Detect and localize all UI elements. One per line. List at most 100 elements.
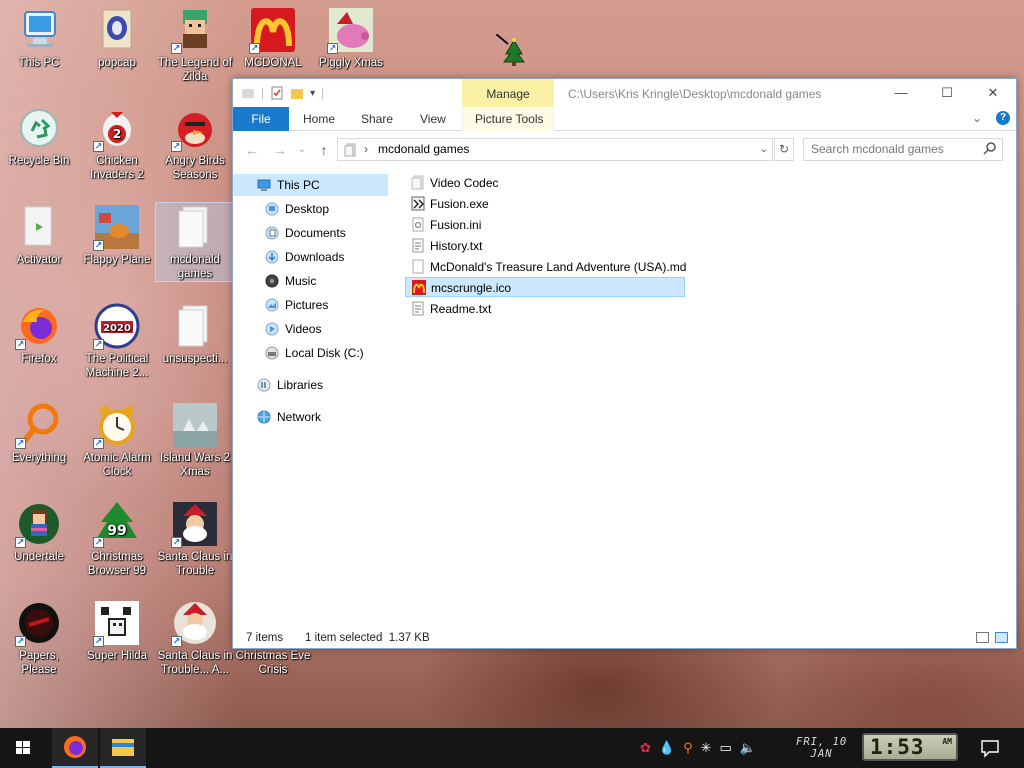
desktop-icon-activator[interactable]: Activator xyxy=(0,203,78,267)
close-button[interactable]: ✕ xyxy=(970,79,1016,107)
minimize-button[interactable]: — xyxy=(878,79,924,107)
desktop-icon-unsuspecting[interactable]: unsuspecti... xyxy=(156,302,234,366)
nav-item-libraries[interactable]: Libraries xyxy=(257,374,323,396)
desktop-icon-angry-birds-seasons[interactable]: ↗ Angry Birds Seasons xyxy=(156,104,234,182)
list-item[interactable]: Readme.txt xyxy=(405,299,491,319)
tab-picture-tools[interactable]: Picture Tools xyxy=(475,107,543,131)
desktop-icon-super-hilda[interactable]: ↗ Super Hilda xyxy=(78,599,156,663)
nav-item-desktop[interactable]: Desktop xyxy=(265,198,329,220)
taskbar-firefox[interactable] xyxy=(52,728,98,768)
nav-item-local-disk[interactable]: Local Disk (C:) xyxy=(265,342,364,364)
volume-icon[interactable]: 🔈 xyxy=(740,740,756,756)
customize-quick-access-icon[interactable]: ▾ xyxy=(310,88,315,99)
desktop-icon-this-pc[interactable]: This PC xyxy=(0,6,78,70)
forward-arrow-icon[interactable]: → xyxy=(271,141,289,159)
desktop-icon-label: Recycle Bin xyxy=(8,155,70,167)
desktop-icon-papers-please[interactable]: ↗ Papers, Please xyxy=(0,599,78,677)
droplet-icon[interactable]: 💧 xyxy=(659,740,675,756)
new-folder-icon[interactable] xyxy=(290,86,304,100)
address-bar[interactable]: › mcdonald games ⌄ xyxy=(337,138,773,161)
clock[interactable]: 1:53 AM xyxy=(862,733,958,761)
list-item[interactable]: History.txt xyxy=(405,236,482,256)
desktop-icon-piggly-xmas[interactable]: ↗ Piggly Xmas xyxy=(312,6,390,70)
svg-text:99: 99 xyxy=(107,523,126,539)
network-status-icon[interactable]: ▭ xyxy=(720,740,732,756)
search-icon[interactable] xyxy=(983,141,997,155)
breadcrumb-separator[interactable]: › xyxy=(364,139,368,160)
shortcut-arrow-icon: ↗ xyxy=(171,537,182,548)
nav-item-this-pc[interactable]: This PC xyxy=(233,174,388,196)
nav-item-network[interactable]: Network xyxy=(257,406,321,428)
settings-file-icon xyxy=(412,217,424,232)
details-view-icon[interactable] xyxy=(976,632,989,643)
shortcut-arrow-icon: ↗ xyxy=(15,438,26,449)
list-item-selected[interactable]: mcscrungle.ico xyxy=(405,277,685,297)
desktop-icon-christmas-browser-99[interactable]: 99 ↗ Christmas Browser 99 xyxy=(78,500,156,578)
desktop-icon-undertale[interactable]: ↗ Undertale xyxy=(0,500,78,564)
tab-file[interactable]: File xyxy=(233,107,289,131)
start-button[interactable] xyxy=(0,728,46,768)
notification-icon[interactable] xyxy=(980,738,1000,758)
nav-item-music[interactable]: Music xyxy=(265,270,316,292)
breadcrumb[interactable]: mcdonald games xyxy=(378,139,469,160)
text-file-icon xyxy=(412,301,424,316)
item-count: 7 items xyxy=(246,632,284,644)
desktop-icon-santa-claus-in-trouble[interactable]: ↗ Santa Claus in Trouble xyxy=(156,500,234,578)
downloads-icon xyxy=(265,250,279,264)
desktop-icon-island-wars-2-xmas[interactable]: Island Wars 2 Xmas xyxy=(156,401,234,479)
back-arrow-icon[interactable]: ← xyxy=(243,141,261,159)
list-item[interactable]: McDonald's Treasure Land Adventure (USA)… xyxy=(405,257,686,277)
date-line2: JAN xyxy=(810,748,833,760)
expand-ribbon-icon[interactable]: ⌄ xyxy=(972,111,982,125)
security-status-icon[interactable]: ✿ xyxy=(640,740,651,756)
nav-label: Videos xyxy=(285,322,322,336)
list-item[interactable]: Fusion.exe xyxy=(405,194,489,214)
search-input[interactable]: Search mcdonald games xyxy=(803,138,1003,161)
nav-label: Network xyxy=(277,410,322,424)
clock-ampm: AM xyxy=(942,737,952,746)
tab-share[interactable]: Share xyxy=(361,107,393,131)
desktop-icon-firefox[interactable]: ↗ Firefox xyxy=(0,302,78,366)
nav-label: Local Disk (C:) xyxy=(285,346,364,360)
desktop-icon-flappy-plane[interactable]: ↗ Flappy Plane xyxy=(78,203,156,267)
papers-please-icon: ↗ xyxy=(15,599,63,647)
recent-locations-icon[interactable]: ⌄ xyxy=(293,141,311,159)
manage-tab[interactable]: Manage xyxy=(462,79,554,107)
desktop-icon-everything[interactable]: ↗ Everything xyxy=(0,401,78,465)
desktop-icon-recycle-bin[interactable]: Recycle Bin xyxy=(0,104,78,168)
help-icon[interactable]: ? xyxy=(996,111,1010,125)
desktop-icon-mcdonald-games[interactable]: mcdonald games xyxy=(155,202,235,282)
flappy-plane-icon: ↗ xyxy=(93,203,141,251)
file-explorer-window[interactable]: | ▾ | Manage C:\Users\Kris Kringle\Deskt… xyxy=(232,78,1017,649)
nav-item-pictures[interactable]: Pictures xyxy=(265,294,328,316)
refresh-icon[interactable]: ↻ xyxy=(774,138,794,161)
date-display[interactable]: FRI, 10 JAN xyxy=(796,736,847,760)
desktop-icon-popcap[interactable]: popcap xyxy=(78,6,156,70)
list-item[interactable]: Video Codec xyxy=(405,173,499,193)
tab-home[interactable]: Home xyxy=(303,107,335,131)
desktop-icon-label: Chicken Invaders 2 xyxy=(90,155,144,181)
taskbar-file-explorer[interactable] xyxy=(100,728,146,768)
desktop-icon-political-machine[interactable]: 2020 ↗ The Political Machine 2... xyxy=(78,302,156,380)
magnifier-tray-icon[interactable]: ⚲ xyxy=(683,740,693,756)
large-icons-view-icon[interactable] xyxy=(995,632,1008,643)
bluetooth-icon[interactable]: ✳ xyxy=(701,740,712,756)
desktop-icon-atomic-alarm-clock[interactable]: ↗ Atomic Alarm Clock xyxy=(78,401,156,479)
desktop-icon-mcdonal[interactable]: ↗ MCDONAL xyxy=(234,6,312,70)
desktop-icon-santa-claus-in-trouble-again[interactable]: ↗ Santa Claus in Trouble... A... xyxy=(156,599,234,677)
nav-item-downloads[interactable]: Downloads xyxy=(265,246,344,268)
list-item[interactable]: Fusion.ini xyxy=(405,215,481,235)
maximize-button[interactable]: ☐ xyxy=(924,79,970,107)
address-dropdown-icon[interactable]: ⌄ xyxy=(760,139,768,160)
alarm-clock-icon: ↗ xyxy=(93,401,141,449)
properties-icon[interactable] xyxy=(270,86,284,100)
desktop-icon-chicken-invaders-2[interactable]: 2 ↗ Chicken Invaders 2 xyxy=(78,104,156,182)
title-bar[interactable]: | ▾ | Manage C:\Users\Kris Kringle\Deskt… xyxy=(233,79,1016,107)
nav-item-documents[interactable]: Documents xyxy=(265,222,346,244)
shortcut-arrow-icon: ↗ xyxy=(93,339,104,350)
tab-view[interactable]: View xyxy=(420,107,446,131)
up-arrow-icon[interactable]: ↑ xyxy=(315,141,333,159)
folder-small-icon xyxy=(344,143,356,157)
desktop-icon-legend-of-zilda[interactable]: ↗ The Legend of Zilda xyxy=(156,6,234,84)
nav-item-videos[interactable]: Videos xyxy=(265,318,321,340)
